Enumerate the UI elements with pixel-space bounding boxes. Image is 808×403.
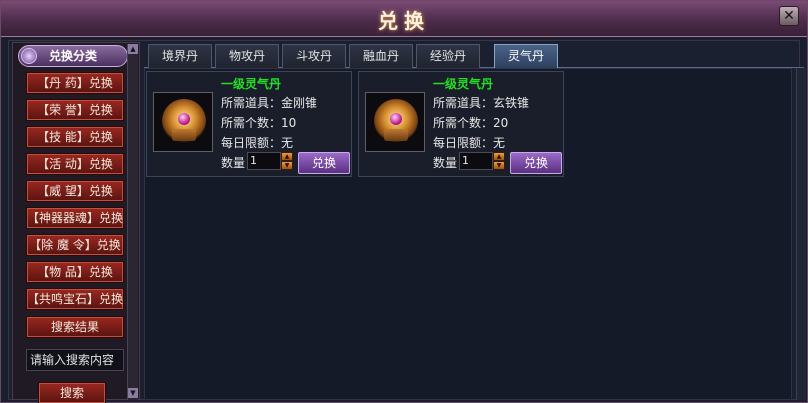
category-button-event[interactable]: 【活 动】兑换 <box>26 153 124 175</box>
exchange-button[interactable]: 兑换 <box>298 152 350 174</box>
quantity-label: 数量 <box>221 156 246 170</box>
category-button-pills[interactable]: 【丹 药】兑换 <box>26 72 124 94</box>
item-card: 一级灵气丹 所需道具：金刚锥 所需个数：10 每日限额：无 数量 1 ▲ ▼ 兑… <box>146 71 352 177</box>
daily-limit: 每日限额：无 <box>433 136 506 150</box>
tab-spirit-pill[interactable]: 灵气丹 <box>494 44 558 68</box>
search-input[interactable]: 请输入搜索内容 <box>26 349 124 371</box>
item-name: 一级灵气丹 <box>221 77 282 91</box>
tab-bar: 境界丹 物攻丹 斗攻丹 融血丹 经验丹 灵气丹 <box>144 44 804 68</box>
pearl-icon <box>390 113 402 125</box>
scroll-up-icon[interactable]: ▲ <box>128 44 138 54</box>
tab-blood-pill[interactable]: 融血丹 <box>349 44 413 68</box>
category-button-artifact-soul[interactable]: 【神器器魂】兑换 <box>26 207 124 229</box>
category-header: 兑换分类 <box>18 45 128 67</box>
category-button-skill[interactable]: 【技 能】兑换 <box>26 126 124 148</box>
category-header-label: 兑换分类 <box>48 49 97 63</box>
quantity-label: 数量 <box>433 156 458 170</box>
quantity-stepper[interactable]: ▲ ▼ <box>493 152 505 170</box>
close-icon[interactable]: ✕ <box>779 6 799 26</box>
item-slot[interactable] <box>153 92 213 152</box>
scroll-down-icon[interactable]: ▼ <box>128 388 138 398</box>
search-results-button[interactable]: 搜索结果 <box>26 316 124 338</box>
item-base-icon <box>172 129 196 141</box>
tab-experience-pill[interactable]: 经验丹 <box>416 44 480 68</box>
window-title: 兑换 <box>378 9 430 33</box>
item-card: 一级灵气丹 所需道具：玄铁锥 所需个数：20 每日限额：无 数量 1 ▲ ▼ 兑… <box>358 71 564 177</box>
decrement-icon[interactable]: ▼ <box>281 161 293 170</box>
title-bar[interactable]: 兑换 ✕ <box>1 1 807 37</box>
exchange-button[interactable]: 兑换 <box>510 152 562 174</box>
tab-physical-attack-pill[interactable]: 物攻丹 <box>215 44 279 68</box>
quantity-stepper[interactable]: ▲ ▼ <box>281 152 293 170</box>
category-button-demon-order[interactable]: 【除 魔 令】兑换 <box>26 234 124 256</box>
quantity-input[interactable]: 1 <box>247 152 281 170</box>
daily-limit: 每日限额：无 <box>221 136 294 150</box>
decrement-icon[interactable]: ▼ <box>493 161 505 170</box>
item-base-icon <box>384 129 408 141</box>
item-name: 一级灵气丹 <box>433 77 494 91</box>
tab-fight-attack-pill[interactable]: 斗攻丹 <box>282 44 346 68</box>
category-button-honor[interactable]: 【荣 誉】兑换 <box>26 99 124 121</box>
required-item: 所需道具：玄铁锥 <box>433 96 530 110</box>
category-button-prestige[interactable]: 【威 望】兑换 <box>26 180 124 202</box>
content-scrollbar[interactable] <box>796 68 806 400</box>
item-slot[interactable] <box>365 92 425 152</box>
category-scrollbar[interactable]: ▲ ▼ <box>127 44 138 400</box>
increment-icon[interactable]: ▲ <box>281 152 293 161</box>
increment-icon[interactable]: ▲ <box>493 152 505 161</box>
required-item: 所需道具：金刚锥 <box>221 96 318 110</box>
search-button[interactable]: 搜索 <box>38 382 106 403</box>
gem-icon <box>21 48 37 64</box>
category-button-resonance-gem[interactable]: 【共鸣宝石】兑换 <box>26 288 124 310</box>
tab-realm-pill[interactable]: 境界丹 <box>148 44 212 68</box>
pearl-icon <box>178 113 190 125</box>
required-count: 所需个数：20 <box>433 116 509 130</box>
required-count: 所需个数：10 <box>221 116 297 130</box>
category-button-goods[interactable]: 【物 品】兑换 <box>26 261 124 283</box>
quantity-input[interactable]: 1 <box>459 152 493 170</box>
